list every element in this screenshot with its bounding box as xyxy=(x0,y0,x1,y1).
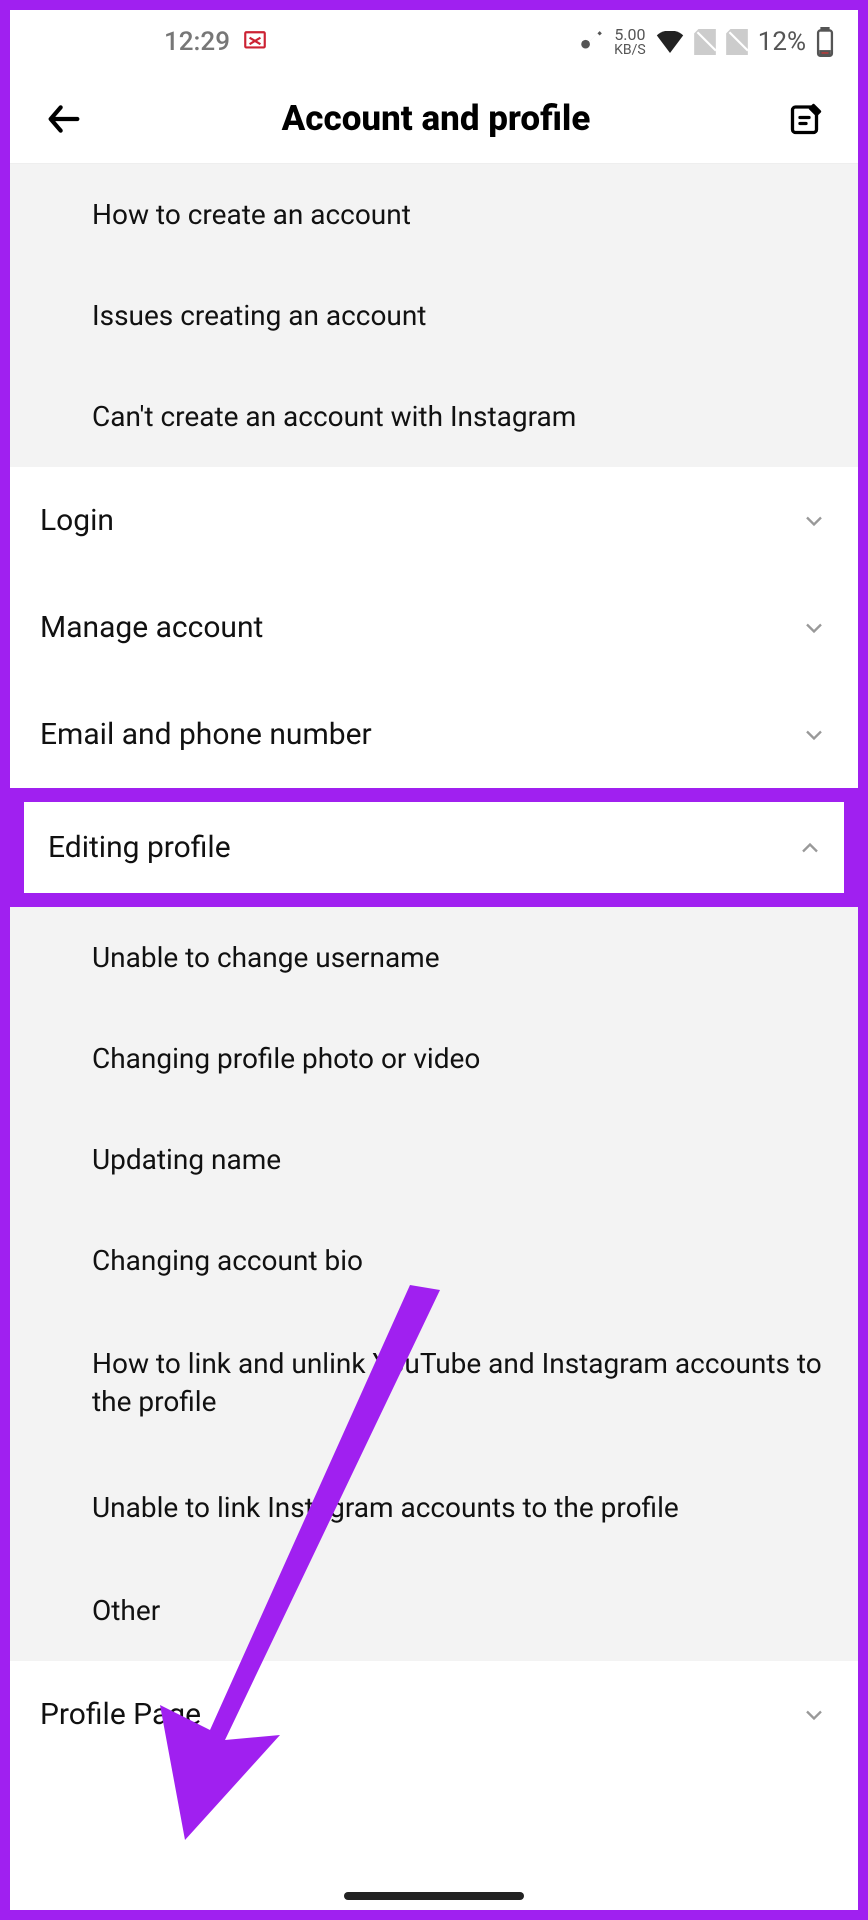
app-frame: 12:29 5.00 KB/S xyxy=(10,10,858,1910)
section-profile-page[interactable]: Profile Page xyxy=(10,1661,858,1768)
section-label: Editing profile xyxy=(48,830,231,865)
battery-icon xyxy=(816,27,834,57)
editing-profile-children: Unable to change username Changing profi… xyxy=(10,907,858,1661)
list-item[interactable]: Issues creating an account xyxy=(10,265,858,366)
list-item[interactable]: How to link and unlink YouTube and Insta… xyxy=(10,1311,858,1455)
sim1-icon xyxy=(694,29,716,55)
section-manage-account[interactable]: Manage account xyxy=(10,574,858,681)
section-editing-profile[interactable]: Editing profile xyxy=(24,802,844,893)
back-button[interactable] xyxy=(42,97,86,141)
key-icon xyxy=(578,29,604,55)
status-bar: 12:29 5.00 KB/S xyxy=(10,10,858,74)
data-speed: 5.00 KB/S xyxy=(614,27,646,57)
app-bar: Account and profile xyxy=(10,74,858,164)
chevron-down-icon xyxy=(800,1701,828,1729)
list-item-other[interactable]: Other xyxy=(10,1560,858,1661)
list-item[interactable]: Changing account bio xyxy=(10,1210,858,1311)
page-title: Account and profile xyxy=(86,98,786,139)
sim2-icon xyxy=(726,29,748,55)
content-scroll[interactable]: How to create an account Issues creating… xyxy=(10,164,858,1910)
section-label: Email and phone number xyxy=(40,717,372,752)
list-item[interactable]: Can't create an account with Instagram xyxy=(10,366,858,467)
status-left: 12:29 xyxy=(164,27,268,57)
section-login[interactable]: Login xyxy=(10,467,858,574)
chevron-up-icon xyxy=(796,834,824,862)
section-email-phone[interactable]: Email and phone number xyxy=(10,681,858,788)
chevron-down-icon xyxy=(800,614,828,642)
list-item[interactable]: Changing profile photo or video xyxy=(10,1008,858,1109)
section-label: Profile Page xyxy=(40,1697,201,1732)
section-label: Manage account xyxy=(40,610,263,645)
status-time: 12:29 xyxy=(164,27,230,57)
feedback-icon[interactable] xyxy=(786,99,826,139)
list-item[interactable]: Unable to link Instagram accounts to the… xyxy=(10,1455,858,1561)
chevron-down-icon xyxy=(800,721,828,749)
battery-percentage: 12% xyxy=(758,27,806,57)
home-indicator[interactable] xyxy=(344,1892,524,1900)
list-item[interactable]: Unable to change username xyxy=(10,907,858,1008)
chevron-down-icon xyxy=(800,507,828,535)
screenshot-icon xyxy=(242,29,268,55)
list-item[interactable]: How to create an account xyxy=(10,164,858,265)
highlight-annotation: Editing profile xyxy=(10,788,858,907)
section-label: Login xyxy=(40,503,114,538)
status-right: 5.00 KB/S 12% xyxy=(578,27,834,57)
wifi-icon xyxy=(656,31,684,53)
list-item[interactable]: Updating name xyxy=(10,1109,858,1210)
